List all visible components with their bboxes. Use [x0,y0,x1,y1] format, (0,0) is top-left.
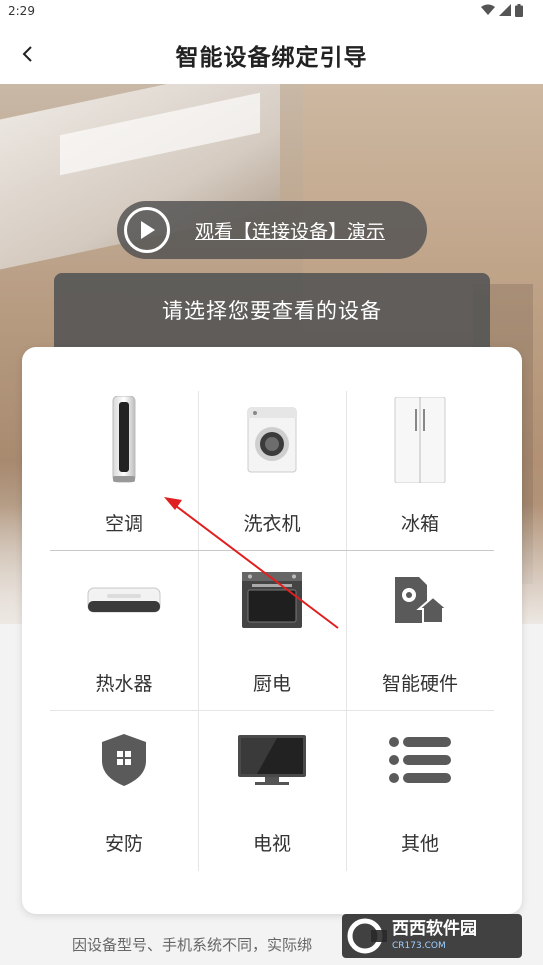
device-label: 安防 [104,833,143,855]
device-item-other[interactable]: 其他 [346,711,494,871]
status-time: 2:29 [8,4,35,18]
watermark-name: 西西软件园 [392,919,477,939]
nav-bar: 智能设备绑定引导 [0,24,543,84]
smart-hardware-icon [380,555,460,645]
device-item-washing-machine[interactable]: 洗衣机 [198,391,346,551]
device-label: 厨电 [252,673,291,695]
device-item-water-heater[interactable]: 热水器 [50,551,198,711]
list-icon [380,715,460,805]
device-grid: 空调 洗衣机 冰箱 热水器 厨电 智能硬件 安防 电视 其他 [50,391,494,871]
watermark-url: CR173.COM [392,941,446,951]
watermark-logo: 西西软件园 CR173.COM [342,914,522,958]
air-conditioner-icon [84,395,164,485]
select-device-header: 请选择您要查看的设备 [54,273,490,355]
washing-machine-icon [232,395,312,485]
device-label: 其他 [400,833,439,855]
water-heater-icon [84,555,164,645]
device-label: 空调 [104,513,143,535]
status-icons [481,4,523,17]
device-item-kitchen-appliance[interactable]: 厨电 [198,551,346,711]
footer-note: 因设备型号、手机系统不同，实际绑 [72,936,313,954]
watch-demo-button[interactable]: 观看【连接设备】演示 [117,201,427,259]
tv-icon [232,715,312,805]
device-label: 冰箱 [400,513,439,535]
device-item-tv[interactable]: 电视 [198,711,346,871]
play-icon [124,207,170,253]
page-title: 智能设备绑定引导 [175,45,368,71]
device-label: 热水器 [95,673,153,695]
battery-icon [515,4,523,17]
watch-demo-label: 观看【连接设备】演示 [195,220,386,243]
signal-icon [499,4,511,16]
device-label: 智能硬件 [381,673,458,695]
oven-icon [232,555,312,645]
device-item-smart-hardware[interactable]: 智能硬件 [346,551,494,711]
device-card: 空调 洗衣机 冰箱 热水器 厨电 智能硬件 安防 电视 其他 [22,347,522,914]
device-label: 洗衣机 [243,513,301,535]
device-item-refrigerator[interactable]: 冰箱 [346,391,494,551]
watermark-icon [342,914,392,958]
device-label: 电视 [252,833,291,855]
refrigerator-icon [380,395,460,485]
wifi-icon [481,4,495,15]
status-bar: 2:29 [0,0,543,24]
security-shield-icon [84,715,164,805]
device-item-air-conditioner[interactable]: 空调 [50,391,198,551]
device-item-security[interactable]: 安防 [50,711,198,871]
